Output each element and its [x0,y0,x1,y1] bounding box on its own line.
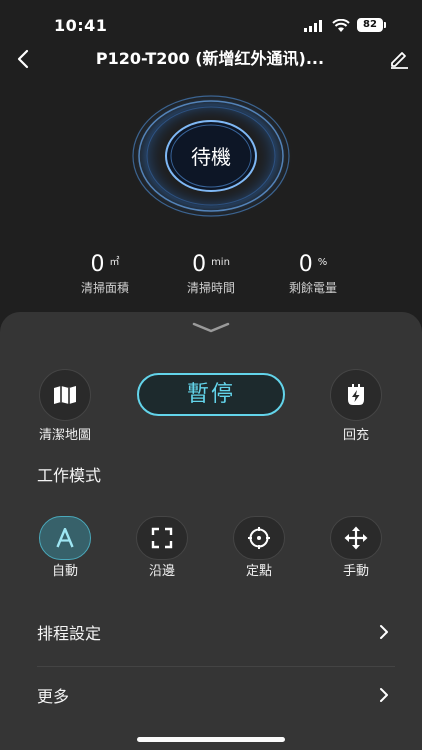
stat-cleaning-area: 0 ㎡ 清掃面積 [50,252,160,296]
wifi-icon [332,19,350,32]
mode-auto-button[interactable] [39,516,91,560]
robot-state-label: 待機 [191,145,231,169]
recharge-dock-icon [348,384,364,405]
work-mode-title: 工作模式 [37,466,102,485]
battery-tip [384,22,386,28]
mode-manual-button[interactable] [330,516,382,560]
pause-button[interactable]: 暫停 [137,373,285,416]
stat-value: 0 [192,252,207,277]
stat-unit: min [211,257,230,268]
home-indicator[interactable] [137,737,285,742]
schedule-settings-row[interactable]: 排程設定 [37,610,389,654]
status-time: 10:41 [54,16,108,35]
mode-edge-button[interactable] [136,516,188,560]
stat-label: 剩餘電量 [288,281,337,295]
more-label: 更多 [37,687,70,706]
stat-label: 清掃時間 [186,281,235,295]
menu-divider [37,666,395,667]
cleaning-map-button[interactable] [39,369,91,421]
mode-spot-button[interactable] [233,516,285,560]
stat-battery-remaining: 0% 剩餘電量 [258,252,368,296]
chevron-right-icon [380,688,388,702]
recharge-button[interactable] [330,369,382,421]
manual-icon [344,526,368,550]
cellular-signal-icon [304,20,322,32]
mode-edge-label: 沿邊 [148,564,175,579]
stat-value: 0 [90,252,105,277]
collapse-chevron-icon[interactable] [190,322,232,334]
mode-manual-label: 手動 [342,564,369,579]
edit-pencil-icon[interactable] [388,48,410,70]
back-arrow-icon[interactable] [14,48,34,70]
stat-cleaning-time: 0 min 清掃時間 [156,252,266,296]
edge-icon [151,527,173,549]
battery-indicator: 82 [357,18,383,32]
map-icon [54,386,76,404]
stat-value: 0 [298,252,313,277]
stat-label: 清掃面積 [80,281,129,295]
mode-spot-label: 定點 [245,564,272,579]
mode-auto-label: 自動 [51,564,78,579]
cleaning-map-label: 清潔地圖 [38,428,91,443]
device-title: P120-T200 (新增红外通讯)... [95,49,325,68]
more-row[interactable]: 更多 [37,673,389,717]
auto-icon [56,528,74,548]
stat-unit: % [317,257,328,268]
schedule-settings-label: 排程設定 [37,624,102,643]
status-bar: 10:41 82 [0,0,422,48]
stat-unit: ㎡ [109,257,120,268]
spot-icon [248,527,270,549]
chevron-right-icon [380,625,388,639]
recharge-label: 回充 [342,428,369,443]
